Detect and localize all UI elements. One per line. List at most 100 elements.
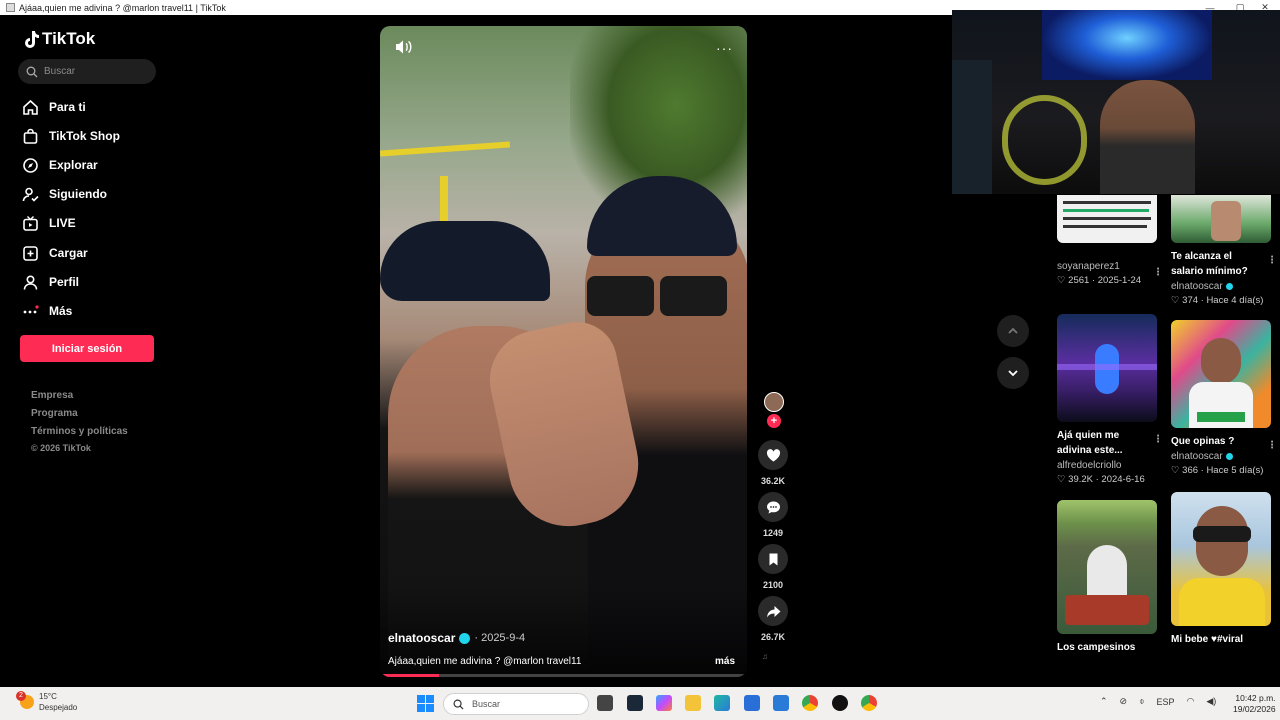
footer-link-terminos[interactable]: Términos y políticas xyxy=(31,426,128,437)
system-tray: ⌃ ⊘ ⌽ ESP ◠ ◀) xyxy=(1100,696,1216,707)
recommended-author-name[interactable]: elnatooscar xyxy=(1171,281,1223,292)
nav-item-para-ti[interactable]: Para ti xyxy=(22,97,86,117)
clock-date: 19/02/2026 xyxy=(1233,704,1276,714)
video-progress-fill xyxy=(380,674,439,677)
verified-badge-icon xyxy=(459,632,471,644)
upload-plus-icon xyxy=(23,245,38,261)
video-scene-sunglasses xyxy=(587,276,727,316)
recommended-author[interactable]: elnatooscar xyxy=(1171,281,1273,292)
language-indicator[interactable]: ESP xyxy=(1157,697,1175,707)
mic-icon[interactable]: ⌽ xyxy=(1139,696,1144,707)
video-more-options-icon[interactable]: ··· xyxy=(716,40,733,56)
recommended-author-name[interactable]: elnatooscar xyxy=(1171,451,1223,462)
bookmark-icon xyxy=(769,553,777,565)
volume-tray-icon[interactable]: ◀) xyxy=(1206,696,1216,707)
nav-item-tiktok-shop[interactable]: TikTok Shop xyxy=(22,126,120,146)
scroll-down-button[interactable] xyxy=(997,357,1029,389)
recommended-meta: ♡ 374 · Hace 4 día(s) xyxy=(1171,295,1264,306)
copyright-text: © 2026 TikTok xyxy=(31,443,91,453)
search-placeholder: Buscar xyxy=(44,66,76,77)
home-icon xyxy=(23,99,38,115)
nav-item-perfil[interactable]: Perfil xyxy=(22,272,79,292)
task-view-icon[interactable] xyxy=(597,695,613,711)
tiktok-logo[interactable]: TikTok xyxy=(23,29,95,49)
profile-icon xyxy=(23,274,38,290)
recommended-more-icon[interactable]: ⋮ xyxy=(1267,255,1277,266)
recommended-more-icon[interactable]: ⋮ xyxy=(1153,434,1163,445)
tray-chevron-icon[interactable]: ⌃ xyxy=(1100,696,1108,707)
like-button[interactable] xyxy=(758,440,788,470)
recommended-thumbnail[interactable] xyxy=(1057,314,1157,422)
login-button[interactable]: Iniciar sesión xyxy=(20,335,154,362)
webcam-scene-person xyxy=(1100,80,1195,194)
recommended-title[interactable]: Que opinas ? xyxy=(1171,434,1263,449)
recommended-thumbnail[interactable] xyxy=(1057,500,1157,634)
copilot-icon[interactable] xyxy=(656,695,672,711)
sidebar: TikTok Buscar Para ti TikTok Shop Explor… xyxy=(0,15,175,687)
footer-link-programa[interactable]: Programa xyxy=(31,408,78,419)
recommended-more-icon[interactable]: ⋮ xyxy=(1267,440,1277,451)
video-scene-cap-left xyxy=(380,221,550,301)
windows-start-icon[interactable] xyxy=(417,695,434,712)
caption-more-link[interactable]: más xyxy=(715,656,735,667)
save-button[interactable] xyxy=(758,544,788,574)
recommended-meta: ♡ 2561 · 2025-1-24 xyxy=(1057,275,1142,286)
outlook-icon[interactable] xyxy=(773,695,789,711)
video-player[interactable]: ··· elnatooscar · 2025-9-4 Ajáaa,quien m… xyxy=(380,26,747,677)
recommended-more-icon[interactable]: ⋮ xyxy=(1153,267,1163,278)
chevron-down-icon xyxy=(1008,370,1018,377)
nav-label: LIVE xyxy=(49,216,76,230)
author-avatar[interactable] xyxy=(764,392,784,412)
edge-icon[interactable] xyxy=(714,695,730,711)
recommended-author[interactable]: elnatooscar xyxy=(1171,451,1273,462)
recommended-thumbnail[interactable] xyxy=(1057,195,1157,243)
follow-plus-icon[interactable]: + xyxy=(767,414,781,428)
chrome-profile-icon[interactable] xyxy=(861,695,877,711)
share-button[interactable] xyxy=(758,596,788,626)
music-disc-icon[interactable]: ♫ xyxy=(762,652,786,672)
nav-label: Siguiendo xyxy=(49,187,107,201)
chrome-icon[interactable] xyxy=(802,695,818,711)
recommended-thumbnail[interactable] xyxy=(1171,195,1271,243)
nav-item-siguiendo[interactable]: Siguiendo xyxy=(22,184,107,204)
search-input[interactable]: Buscar xyxy=(18,59,156,84)
search-icon xyxy=(26,66,38,77)
recommended-title[interactable]: Los campesinos xyxy=(1057,640,1149,655)
comment-button[interactable] xyxy=(758,492,788,522)
wifi-icon[interactable]: ◠ xyxy=(1187,696,1195,707)
nav-label: Perfil xyxy=(49,275,80,289)
video-progress-bar[interactable] xyxy=(380,674,747,677)
more-dots-icon xyxy=(23,304,39,313)
nav-item-explorar[interactable]: Explorar xyxy=(22,155,98,175)
webcam-scene-motorbike xyxy=(1002,95,1087,185)
recommended-title[interactable]: Mi bebe ♥#viral xyxy=(1171,632,1263,647)
volume-icon[interactable] xyxy=(394,39,412,55)
share-arrow-icon xyxy=(766,605,780,617)
recommended-meta: ♡ 366 · Hace 5 día(s) xyxy=(1171,465,1264,476)
taskbar-search-input[interactable]: Buscar xyxy=(443,693,589,715)
nav-item-mas[interactable]: Más xyxy=(22,301,72,321)
author-name[interactable]: elnatooscar xyxy=(388,631,455,645)
file-explorer-icon[interactable] xyxy=(685,695,701,711)
recommended-author[interactable]: soyanaperez1 xyxy=(1057,261,1159,272)
recommended-meta: ♡ 39.2K · 2024-6-16 xyxy=(1057,474,1145,485)
weather-widget[interactable]: 2 15°C Despejado xyxy=(16,691,78,713)
webcam-scene-screen xyxy=(1042,10,1212,80)
weather-desc: Despejado xyxy=(39,703,78,712)
footer-link-empresa[interactable]: Empresa xyxy=(31,390,73,401)
scroll-up-button[interactable] xyxy=(997,315,1029,347)
recommended-title[interactable]: Ajá quien me adivina este... xyxy=(1057,428,1149,458)
recommended-thumbnail[interactable] xyxy=(1171,492,1271,626)
network-icon[interactable]: ⊘ xyxy=(1120,696,1128,707)
nav-item-live[interactable]: LIVE xyxy=(22,213,76,233)
nav-item-cargar[interactable]: Cargar xyxy=(22,243,88,263)
recommended-title[interactable]: Te alcanza el salario mínimo? xyxy=(1171,249,1263,279)
tiktok-app-icon[interactable] xyxy=(832,695,848,711)
steam-icon[interactable] xyxy=(627,695,643,711)
logo-text: TikTok xyxy=(42,29,96,48)
video-author[interactable]: elnatooscar · 2025-9-4 xyxy=(388,631,525,645)
recommended-thumbnail[interactable] xyxy=(1171,320,1271,428)
store-icon[interactable] xyxy=(744,695,760,711)
recommended-author[interactable]: alfredoelcriollo xyxy=(1057,460,1159,471)
taskbar-clock[interactable]: 10:42 p.m. 19/02/2026 xyxy=(1233,693,1276,715)
